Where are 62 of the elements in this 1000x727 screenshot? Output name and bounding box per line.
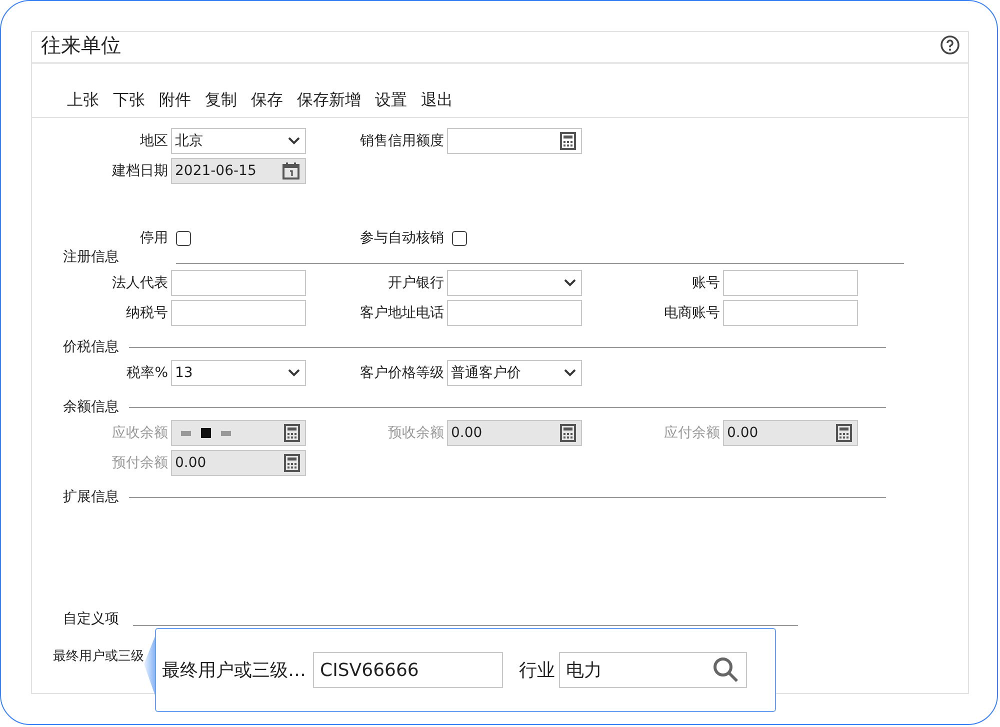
help-icon[interactable]	[940, 35, 960, 55]
field-label: 应付余额	[663, 424, 721, 442]
field-label: 预付余额	[111, 454, 169, 472]
toolbar-button[interactable]: 设置	[368, 90, 414, 111]
field-label: 预收余额	[387, 424, 445, 442]
field-label: 账号	[691, 274, 721, 292]
section-title: 自定义项	[63, 610, 119, 628]
dropdown-field[interactable]: 北京	[171, 128, 306, 154]
section-title: 价税信息	[63, 338, 119, 356]
calculator-icon[interactable]	[560, 424, 576, 442]
field-label: 停用	[139, 229, 169, 247]
chevron-down-icon	[564, 279, 576, 287]
field-label: 纳税号	[125, 304, 169, 322]
field-label: 客户价格等级	[359, 364, 445, 382]
calendar-icon[interactable]	[282, 162, 300, 180]
section-title: 注册信息	[63, 248, 119, 266]
input-field[interactable]	[447, 300, 582, 326]
field-label: 最终用户或三级	[52, 648, 144, 665]
field-label: 参与自动核销	[359, 229, 445, 247]
dropdown-field[interactable]	[447, 270, 582, 296]
chevron-down-icon	[288, 369, 300, 377]
search-icon[interactable]	[712, 656, 740, 684]
field-label: 建档日期	[110, 162, 169, 180]
calculator-icon[interactable]	[560, 132, 576, 150]
field-label: 行业	[519, 659, 555, 682]
field-label: 地区	[139, 132, 169, 150]
toolbar-button[interactable]: 上张	[60, 90, 106, 111]
field-label: 法人代表	[111, 274, 169, 292]
field-label: 应收余额	[111, 424, 169, 442]
chevron-down-icon	[288, 137, 300, 145]
input-field[interactable]	[447, 128, 582, 154]
input-field[interactable]	[723, 300, 858, 326]
field-label: 客户地址电话	[359, 304, 445, 322]
toolbar-button[interactable]: 保存新增	[290, 90, 368, 111]
toolbar-button[interactable]: 附件	[152, 90, 198, 111]
dropdown-field[interactable]: 13	[171, 360, 306, 386]
toolbar-button[interactable]: 退出	[414, 90, 460, 111]
calculator-icon[interactable]	[836, 424, 852, 442]
chevron-down-icon	[564, 369, 576, 377]
input-field[interactable]	[171, 420, 306, 446]
input-field[interactable]	[723, 270, 858, 296]
lookup-field[interactable]: 电力	[559, 652, 747, 688]
toolbar-button[interactable]: 下张	[106, 90, 152, 111]
dropdown-field[interactable]: 普通客户价	[447, 360, 582, 386]
field-label: 税率%	[126, 364, 169, 382]
field-label: 最终用户或三级…	[162, 659, 306, 682]
input-field[interactable]: CISV66666	[313, 652, 503, 688]
calculator-icon[interactable]	[284, 454, 300, 472]
field-label: 销售信用额度	[359, 132, 445, 150]
section-title: 扩展信息	[63, 488, 119, 506]
toolbar-button[interactable]: 复制	[198, 90, 244, 111]
input-field[interactable]	[171, 270, 306, 296]
field-label: 电商账号	[663, 304, 721, 322]
section-title: 余额信息	[63, 398, 119, 416]
toolbar-button[interactable]: 保存	[244, 90, 290, 111]
calculator-icon[interactable]	[284, 424, 300, 442]
checkbox[interactable]	[176, 230, 191, 246]
date-field[interactable]: 2021-06-15	[171, 158, 306, 184]
input-field[interactable]	[171, 300, 306, 326]
field-label: 开户银行	[387, 274, 445, 292]
checkbox[interactable]	[452, 230, 467, 246]
window-title: 往来单位	[41, 32, 121, 58]
